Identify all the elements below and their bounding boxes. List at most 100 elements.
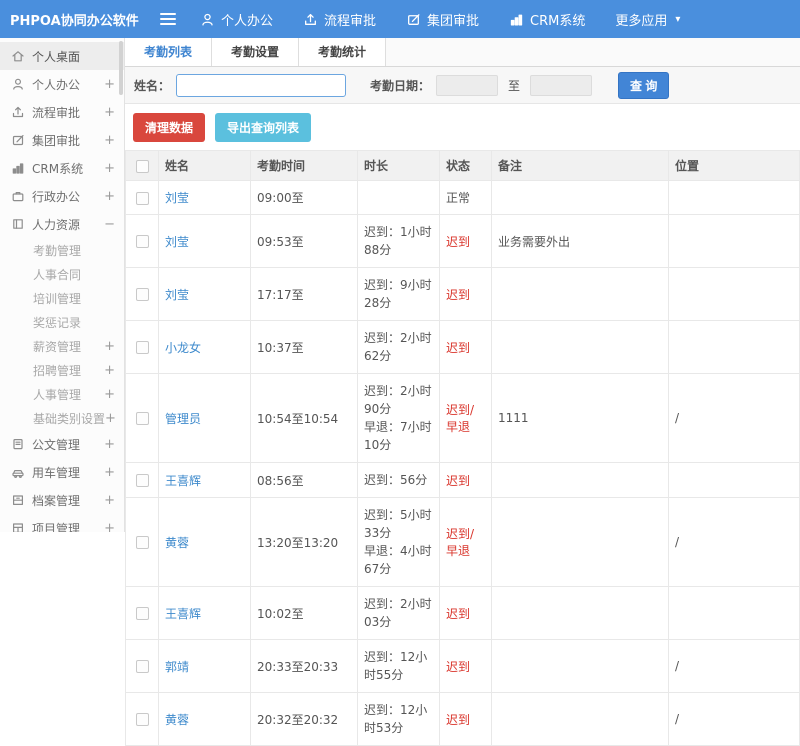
sidebar-scrollbar[interactable]: [119, 41, 123, 95]
briefcase-icon: [11, 189, 25, 203]
date-from-input[interactable]: [436, 75, 498, 96]
sidebar-item-19[interactable]: 项目管理 +: [0, 514, 124, 532]
employee-name-link[interactable]: 王喜辉: [165, 607, 201, 621]
home-icon: [11, 49, 25, 63]
employee-name-link[interactable]: 刘莹: [165, 288, 189, 302]
action-bar: 清理数据 导出查询列表: [125, 104, 800, 150]
sidebar-item-4[interactable]: 集团审批+: [0, 126, 124, 154]
name-input[interactable]: [176, 74, 346, 97]
duration-line: 迟到：2小时90分: [364, 382, 433, 418]
expand-plus-icon[interactable]: +: [104, 133, 115, 148]
row-checkbox[interactable]: [136, 341, 149, 354]
search-panel: 姓名： 考勤日期： 至 查 询: [125, 67, 800, 104]
sidebar-item-3[interactable]: 流程审批+: [0, 98, 124, 126]
top-nav-item-5[interactable]: 更多应用▾: [615, 10, 680, 29]
expand-plus-icon[interactable]: +: [104, 189, 115, 204]
employee-name-link[interactable]: 刘莹: [165, 191, 189, 205]
column-header: 时长: [358, 151, 440, 181]
sidebar-item-5[interactable]: CRM系统+: [0, 154, 124, 182]
row-checkbox[interactable]: [136, 474, 149, 487]
sidebar-item-6[interactable]: 行政办公 +: [0, 182, 124, 210]
sidebar-item-label: 个人桌面: [32, 48, 80, 65]
expand-plus-icon[interactable]: +: [104, 339, 115, 354]
status-badge: 迟到: [446, 235, 470, 249]
duration-line: 迟到：2小时03分: [364, 595, 433, 631]
menu-icon[interactable]: [158, 9, 178, 29]
expand-plus-icon[interactable]: +: [104, 161, 115, 176]
employee-name-link[interactable]: 王喜辉: [165, 474, 201, 488]
edit-icon: [11, 133, 25, 147]
location-cell: /: [669, 640, 800, 693]
attendance-time-cell: 13:20至13:20: [251, 498, 358, 587]
sidebar-item-label: 档案管理: [32, 492, 80, 509]
sidebar-item-10[interactable]: 培训管理: [0, 286, 124, 310]
sidebar-item-12[interactable]: 薪资管理+: [0, 334, 124, 358]
row-checkbox[interactable]: [136, 607, 149, 620]
row-checkbox[interactable]: [136, 713, 149, 726]
date-to-input[interactable]: [530, 75, 592, 96]
project-icon: [11, 521, 25, 532]
employee-name-link[interactable]: 郭靖: [165, 660, 189, 674]
duration-line: 早退：4小时67分: [364, 542, 433, 578]
expand-plus-icon[interactable]: +: [104, 387, 115, 402]
query-button[interactable]: 查 询: [618, 72, 669, 99]
top-nav-item-2[interactable]: 流程审批: [303, 10, 376, 29]
sidebar-item-label: 行政办公: [32, 188, 80, 205]
employee-name-link[interactable]: 刘莹: [165, 235, 189, 249]
expand-plus-icon[interactable]: +: [104, 77, 115, 92]
sidebar-item-11[interactable]: 奖惩记录: [0, 310, 124, 334]
table-row: 刘莹09:53至迟到：1小时88分迟到业务需要外出: [126, 215, 800, 268]
tab-2[interactable]: 考勤设置: [212, 38, 299, 66]
expand-plus-icon[interactable]: +: [104, 521, 115, 533]
duration-cell: [358, 181, 440, 215]
row-checkbox[interactable]: [136, 192, 149, 205]
employee-name-link[interactable]: 黄蓉: [165, 713, 189, 727]
status-badge: 迟到: [446, 341, 470, 355]
attendance-time-cell: 20:32至20:32: [251, 693, 358, 746]
row-checkbox[interactable]: [136, 536, 149, 549]
employee-name-link[interactable]: 黄蓉: [165, 536, 189, 550]
sidebar-item-1[interactable]: 个人桌面: [0, 42, 124, 70]
employee-name-link[interactable]: 小龙女: [165, 341, 201, 355]
sidebar-item-13[interactable]: 招聘管理+: [0, 358, 124, 382]
sidebar-item-17[interactable]: 用车管理 +: [0, 458, 124, 486]
car-icon: [11, 465, 25, 479]
sidebar-item-label: 项目管理: [32, 520, 80, 533]
select-all-checkbox[interactable]: [136, 160, 149, 173]
top-nav-item-3[interactable]: 集团审批: [406, 10, 479, 29]
tab-1[interactable]: 考勤列表: [125, 38, 212, 66]
row-checkbox[interactable]: [136, 288, 149, 301]
sidebar-item-14[interactable]: 人事管理+: [0, 382, 124, 406]
top-nav-item-1[interactable]: 个人办公: [200, 10, 273, 29]
expand-plus-icon[interactable]: +: [104, 493, 115, 508]
sidebar-item-7[interactable]: 人力资源−: [0, 210, 124, 238]
export-list-button[interactable]: 导出查询列表: [215, 113, 311, 142]
sidebar-item-2[interactable]: 个人办公+: [0, 70, 124, 98]
sidebar-item-16[interactable]: 公文管理+: [0, 430, 124, 458]
employee-name-link[interactable]: 管理员: [165, 412, 201, 426]
location-cell: [669, 268, 800, 321]
collapse-minus-icon[interactable]: −: [104, 217, 115, 232]
expand-plus-icon[interactable]: +: [104, 105, 115, 120]
row-checkbox[interactable]: [136, 660, 149, 673]
app-logo: PHPOA协同办公软件: [0, 10, 158, 29]
sidebar-item-9[interactable]: 人事合同: [0, 262, 124, 286]
expand-plus-icon[interactable]: +: [105, 411, 116, 426]
expand-plus-icon[interactable]: +: [104, 465, 115, 480]
top-nav-item-4[interactable]: CRM系统: [509, 10, 585, 29]
location-cell: [669, 181, 800, 215]
duration-line: 迟到：56分: [364, 471, 433, 489]
expand-plus-icon[interactable]: +: [104, 437, 115, 452]
clean-data-button[interactable]: 清理数据: [133, 113, 205, 142]
tab-3[interactable]: 考勤统计: [299, 38, 386, 66]
expand-plus-icon[interactable]: +: [104, 363, 115, 378]
sidebar-item-18[interactable]: 档案管理 +: [0, 486, 124, 514]
sidebar-item-15[interactable]: 基础类别设置+: [0, 406, 124, 430]
row-checkbox[interactable]: [136, 235, 149, 248]
row-checkbox[interactable]: [136, 412, 149, 425]
sidebar-item-8[interactable]: 考勤管理: [0, 238, 124, 262]
table-row: 管理员10:54至10:54迟到：2小时90分早退：7小时10分迟到/早退111…: [126, 374, 800, 463]
attendance-time-cell: 17:17至: [251, 268, 358, 321]
top-nav-label: 集团审批: [427, 10, 479, 29]
sidebar-item-label: 用车管理: [32, 464, 80, 481]
